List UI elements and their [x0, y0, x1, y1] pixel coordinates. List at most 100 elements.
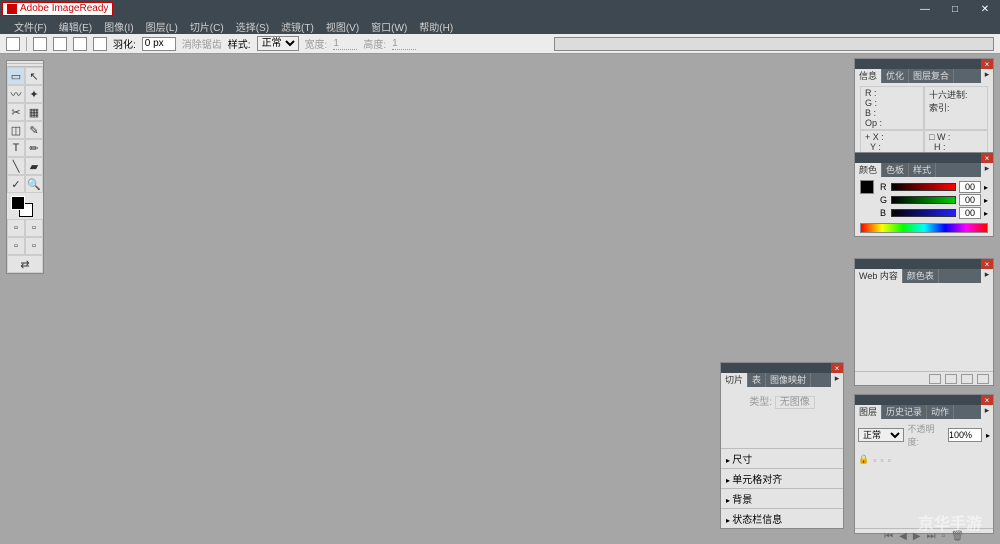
- web-footer-icon-3[interactable]: [961, 374, 973, 384]
- tab-slice[interactable]: 切片: [721, 373, 748, 387]
- feather-input[interactable]: [142, 37, 176, 51]
- web-menu-icon[interactable]: ▸: [981, 269, 993, 283]
- slider-g[interactable]: [891, 196, 956, 204]
- web-footer-icon-4[interactable]: [977, 374, 989, 384]
- menu-image[interactable]: 图像(I): [104, 19, 133, 34]
- minimize-button[interactable]: —: [910, 0, 940, 18]
- tab-web-content[interactable]: Web 内容: [855, 269, 903, 283]
- slice-section-bg[interactable]: 背景: [721, 488, 843, 508]
- width-value: 1: [333, 38, 357, 50]
- slider-r-value[interactable]: 00: [959, 181, 981, 193]
- slider-b[interactable]: [891, 209, 956, 217]
- slice-menu-icon[interactable]: ▸: [831, 373, 843, 387]
- menu-slice[interactable]: 切片(C): [190, 19, 224, 34]
- web-close-button[interactable]: ×: [981, 259, 993, 269]
- tab-styles[interactable]: 样式: [909, 163, 936, 177]
- intersect-selection-icon[interactable]: [93, 37, 107, 51]
- slice-section-status[interactable]: 状态栏信息: [721, 508, 843, 528]
- tab-optimize[interactable]: 优化: [882, 69, 909, 83]
- web-footer-icon-1[interactable]: [929, 374, 941, 384]
- frame-next-icon[interactable]: ▶: [913, 531, 921, 542]
- color-spectrum[interactable]: [860, 223, 988, 233]
- info-menu-icon[interactable]: ▸: [981, 69, 993, 83]
- new-layer-icon[interactable]: ▫: [942, 531, 946, 542]
- lasso-tool[interactable]: 〰: [7, 85, 25, 103]
- new-selection-icon[interactable]: [33, 37, 47, 51]
- slice-section-size[interactable]: 尺寸: [721, 448, 843, 468]
- slice-close-button[interactable]: ×: [831, 363, 843, 373]
- slider-r[interactable]: [891, 183, 956, 191]
- tab-swatches[interactable]: 色板: [882, 163, 909, 177]
- tab-history[interactable]: 历史记录: [882, 405, 927, 419]
- color-menu-icon[interactable]: ▸: [981, 163, 993, 177]
- paint-bucket-tool[interactable]: ▰: [25, 157, 43, 175]
- slice-tool[interactable]: ✂: [7, 103, 25, 121]
- subtract-selection-icon[interactable]: [73, 37, 87, 51]
- tab-info[interactable]: 信息: [855, 69, 882, 83]
- brush-tool[interactable]: ✎: [25, 121, 43, 139]
- menu-filter[interactable]: 滤镜(T): [281, 19, 314, 34]
- menu-help[interactable]: 帮助(H): [419, 19, 453, 34]
- tab-color-table[interactable]: 颜色表: [903, 269, 939, 283]
- toggle-maps-icon[interactable]: ▫: [25, 237, 43, 255]
- info-close-button[interactable]: ×: [981, 59, 993, 69]
- eyedropper-tool[interactable]: ✓: [7, 175, 25, 193]
- color-swatch[interactable]: [7, 193, 43, 219]
- height-value: 1: [392, 38, 416, 50]
- type-tool[interactable]: T: [7, 139, 25, 157]
- slider-g-label: G: [880, 195, 888, 205]
- opacity-input[interactable]: [948, 428, 982, 442]
- menu-file[interactable]: 文件(F): [14, 19, 47, 34]
- tab-image-map[interactable]: 图像映射: [766, 373, 811, 387]
- layers-close-button[interactable]: ×: [981, 395, 993, 405]
- marquee-tool-icon[interactable]: [6, 37, 20, 51]
- toggle-slices-icon[interactable]: ▫: [7, 237, 25, 255]
- menu-view[interactable]: 视图(V): [326, 19, 359, 34]
- preview-browser-icon[interactable]: ▫: [25, 219, 43, 237]
- info-h: H :: [934, 142, 946, 152]
- slice-select-tool[interactable]: ▦: [25, 103, 43, 121]
- tab-layers[interactable]: 图层: [855, 405, 882, 419]
- menu-edit[interactable]: 编辑(E): [59, 19, 92, 34]
- slider-g-value[interactable]: 00: [959, 194, 981, 206]
- frame-last-icon[interactable]: ⏭: [927, 531, 936, 542]
- close-button[interactable]: ✕: [970, 0, 1000, 18]
- preview-icon[interactable]: ▫: [7, 219, 25, 237]
- lock-position-icon[interactable]: ▫: [880, 455, 883, 465]
- frame-first-icon[interactable]: ⏮: [884, 531, 893, 542]
- color-fg-swatch[interactable]: [860, 180, 874, 194]
- add-selection-icon[interactable]: [53, 37, 67, 51]
- marquee-tool[interactable]: ▭: [7, 67, 25, 85]
- color-close-button[interactable]: ×: [981, 153, 993, 163]
- maximize-button[interactable]: □: [940, 0, 970, 18]
- move-tool[interactable]: ↖: [25, 67, 43, 85]
- options-bar: 羽化: 消除锯齿 样式: 正常 宽度: 1 高度: 1: [0, 34, 1000, 54]
- wand-tool[interactable]: ✦: [25, 85, 43, 103]
- image-map-tool[interactable]: ◫: [7, 121, 25, 139]
- delete-layer-icon[interactable]: 🗑: [951, 531, 964, 542]
- jump-to-ps-icon[interactable]: ⇄: [7, 255, 43, 273]
- app-title: Adobe ImageReady: [20, 3, 108, 15]
- tab-color[interactable]: 颜色: [855, 163, 882, 177]
- style-select[interactable]: 正常: [257, 36, 299, 51]
- tab-layer-comp[interactable]: 图层复合: [909, 69, 954, 83]
- menu-layer[interactable]: 图层(L): [146, 19, 178, 34]
- unify-icon[interactable]: ▫: [888, 455, 891, 465]
- web-footer-icon-2[interactable]: [945, 374, 957, 384]
- layers-menu-icon[interactable]: ▸: [981, 405, 993, 419]
- tab-table[interactable]: 表: [748, 373, 766, 387]
- slice-type-value[interactable]: 无图像: [775, 396, 815, 409]
- menu-select[interactable]: 选择(S): [236, 19, 269, 34]
- lock-pixels-icon[interactable]: ▫: [873, 455, 876, 465]
- blend-mode-select[interactable]: 正常: [858, 428, 904, 442]
- lock-icon[interactable]: 🔒: [858, 454, 869, 465]
- frame-prev-icon[interactable]: ◀: [899, 531, 907, 542]
- line-tool[interactable]: ╲: [7, 157, 25, 175]
- menu-window[interactable]: 窗口(W): [371, 19, 407, 34]
- zoom-tool[interactable]: 🔍: [25, 175, 43, 193]
- title-bar: Adobe ImageReady — □ ✕: [0, 0, 1000, 18]
- slider-b-value[interactable]: 00: [959, 207, 981, 219]
- pencil-tool[interactable]: ✏: [25, 139, 43, 157]
- slice-section-align[interactable]: 单元格对齐: [721, 468, 843, 488]
- tab-actions[interactable]: 动作: [927, 405, 954, 419]
